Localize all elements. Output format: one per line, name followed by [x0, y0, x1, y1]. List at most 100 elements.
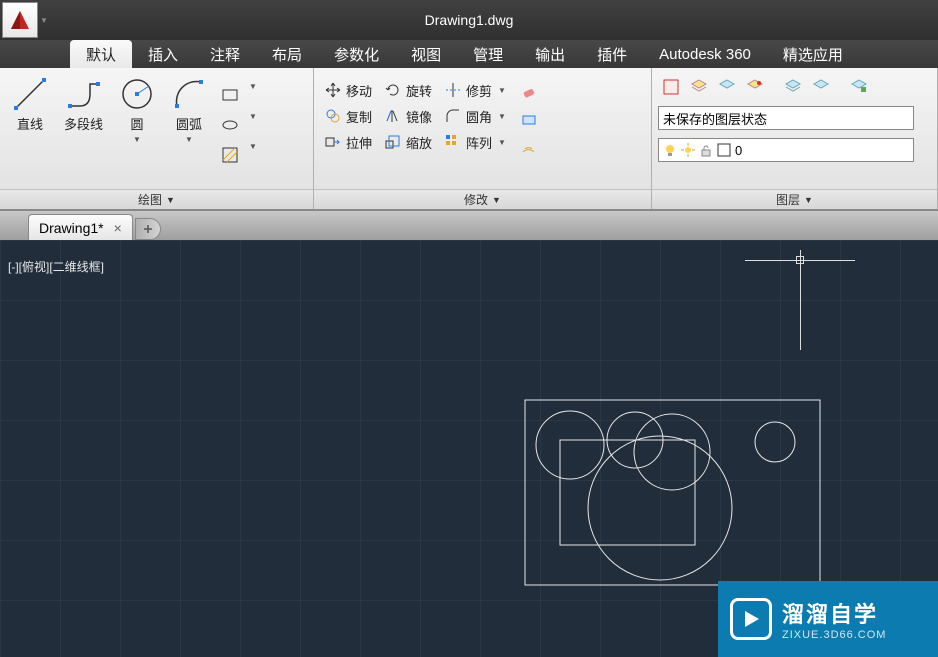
sun-icon [681, 143, 695, 157]
layer-off-button[interactable] [742, 74, 768, 100]
hatch-icon [221, 146, 239, 164]
document-tab[interactable]: Drawing1* × [28, 214, 133, 240]
chevron-down-icon: ▼ [492, 195, 501, 205]
layers-icon [689, 77, 709, 97]
new-tab-button[interactable] [135, 218, 161, 240]
trim-button[interactable]: 修剪▼ [440, 78, 512, 102]
play-icon [730, 598, 772, 640]
layers-prev-icon [811, 77, 831, 97]
tab-annotate[interactable]: 注释 [194, 40, 256, 68]
ribbon: 直线 多段线 圆 ▼ 圆弧 ▼ ▼ [0, 68, 938, 210]
app-menu-button[interactable] [2, 2, 38, 38]
scale-button[interactable]: 缩放 [380, 130, 436, 154]
mirror-button[interactable]: 镜像 [380, 104, 436, 128]
rectangle-button[interactable] [217, 82, 243, 108]
circle-button[interactable]: 圆 ▼ [113, 72, 161, 148]
watermark-title: 溜溜自学 [782, 597, 886, 629]
copy-icon [324, 107, 342, 125]
erase-icon [520, 82, 538, 100]
layer-name: 0 [735, 143, 742, 158]
document-tabs: Drawing1* × [0, 210, 938, 240]
ellipse-icon [221, 116, 239, 134]
tab-default[interactable]: 默认 [70, 40, 132, 68]
panel-draw-title[interactable]: 绘图▼ [0, 189, 313, 209]
plus-icon [142, 223, 154, 235]
rect-dd[interactable]: ▼ [247, 82, 259, 108]
line-label: 直线 [17, 114, 43, 133]
mirror-icon [384, 107, 402, 125]
chevron-down-icon: ▼ [804, 195, 813, 205]
tab-manage[interactable]: 管理 [457, 40, 519, 68]
layers-freeze-icon [717, 77, 737, 97]
polyline-label: 多段线 [64, 114, 103, 133]
line-icon [12, 76, 48, 112]
panel-modify: 移动 复制 拉伸 旋转 镜像 缩放 修剪▼ 圆角▼ 阵列▼ 修改▼ [314, 68, 652, 209]
panel-modify-title[interactable]: 修改▼ [314, 189, 651, 209]
panel-layers-title[interactable]: 图层▼ [652, 189, 937, 209]
rectangle-icon [221, 86, 239, 104]
explode-icon [520, 110, 538, 128]
bulb-on-icon [663, 143, 677, 157]
panel-draw: 直线 多段线 圆 ▼ 圆弧 ▼ ▼ [0, 68, 314, 209]
tab-view[interactable]: 视图 [395, 40, 457, 68]
arc-icon [171, 76, 207, 112]
layer-prev-button[interactable] [808, 74, 834, 100]
autocad-logo-icon [8, 8, 32, 32]
color-swatch-icon [717, 143, 731, 157]
circle-icon [119, 76, 155, 112]
hatch-button[interactable] [217, 142, 243, 168]
layer-state-dropdown[interactable]: 未保存的图层状态 [658, 106, 914, 130]
stretch-button[interactable]: 拉伸 [320, 130, 376, 154]
ribbon-tabs: 默认 插入 注释 布局 参数化 视图 管理 输出 插件 Autodesk 360… [0, 40, 938, 68]
lock-open-icon [699, 143, 713, 157]
tab-insert[interactable]: 插入 [132, 40, 194, 68]
line-button[interactable]: 直线 [6, 72, 54, 137]
layer-prop-icon [661, 77, 681, 97]
window-title: Drawing1.dwg [425, 12, 514, 28]
layer-current-dropdown[interactable]: 0 [658, 138, 914, 162]
document-tab-label: Drawing1* [39, 220, 104, 236]
layer-match-button[interactable] [780, 74, 806, 100]
erase-button[interactable] [516, 78, 542, 104]
fillet-button[interactable]: 圆角▼ [440, 104, 512, 128]
layer-tools-row [658, 74, 872, 100]
watermark-url: ZIXUE.3D66.COM [782, 629, 886, 641]
tab-a360[interactable]: Autodesk 360 [643, 40, 767, 68]
circle-dropdown-arrow: ▼ [133, 135, 141, 144]
array-button[interactable]: 阵列▼ [440, 130, 512, 154]
tab-layout[interactable]: 布局 [256, 40, 318, 68]
title-bar: ▼ Drawing1.dwg [0, 0, 938, 40]
copy-button[interactable]: 复制 [320, 104, 376, 128]
circle-label: 圆 [131, 114, 144, 133]
tab-parametric[interactable]: 参数化 [318, 40, 395, 68]
layer-state-button[interactable] [846, 74, 872, 100]
layer-prop-button[interactable] [658, 74, 684, 100]
move-button[interactable]: 移动 [320, 78, 376, 102]
close-icon[interactable]: × [114, 220, 122, 236]
drawing-canvas[interactable]: [-][俯视][二维线框] 溜溜自学 ZIXUE.3D66.COM [0, 240, 938, 657]
layer-iso-button[interactable] [686, 74, 712, 100]
rotate-button[interactable]: 旋转 [380, 78, 436, 102]
explode-button[interactable] [516, 106, 542, 132]
offset-icon [520, 138, 538, 156]
layers-off-icon [745, 77, 765, 97]
hatch-dd[interactable]: ▼ [247, 142, 259, 168]
tab-plugin[interactable]: 插件 [581, 40, 643, 68]
viewport-label[interactable]: [-][俯视][二维线框] [8, 258, 104, 275]
layer-freeze-button[interactable] [714, 74, 740, 100]
ellipse-dd[interactable]: ▼ [247, 112, 259, 138]
array-icon [444, 133, 462, 151]
tab-output[interactable]: 输出 [519, 40, 581, 68]
app-menu-arrow: ▼ [38, 16, 50, 25]
trim-icon [444, 81, 462, 99]
polyline-icon [66, 76, 102, 112]
ellipse-button[interactable] [217, 112, 243, 138]
arc-label: 圆弧 [176, 114, 202, 133]
watermark: 溜溜自学 ZIXUE.3D66.COM [718, 581, 938, 657]
scale-icon [384, 133, 402, 151]
polyline-button[interactable]: 多段线 [58, 72, 109, 137]
move-icon [324, 81, 342, 99]
tab-featured[interactable]: 精选应用 [767, 40, 859, 68]
offset-button[interactable] [516, 134, 542, 160]
arc-button[interactable]: 圆弧 ▼ [165, 72, 213, 148]
